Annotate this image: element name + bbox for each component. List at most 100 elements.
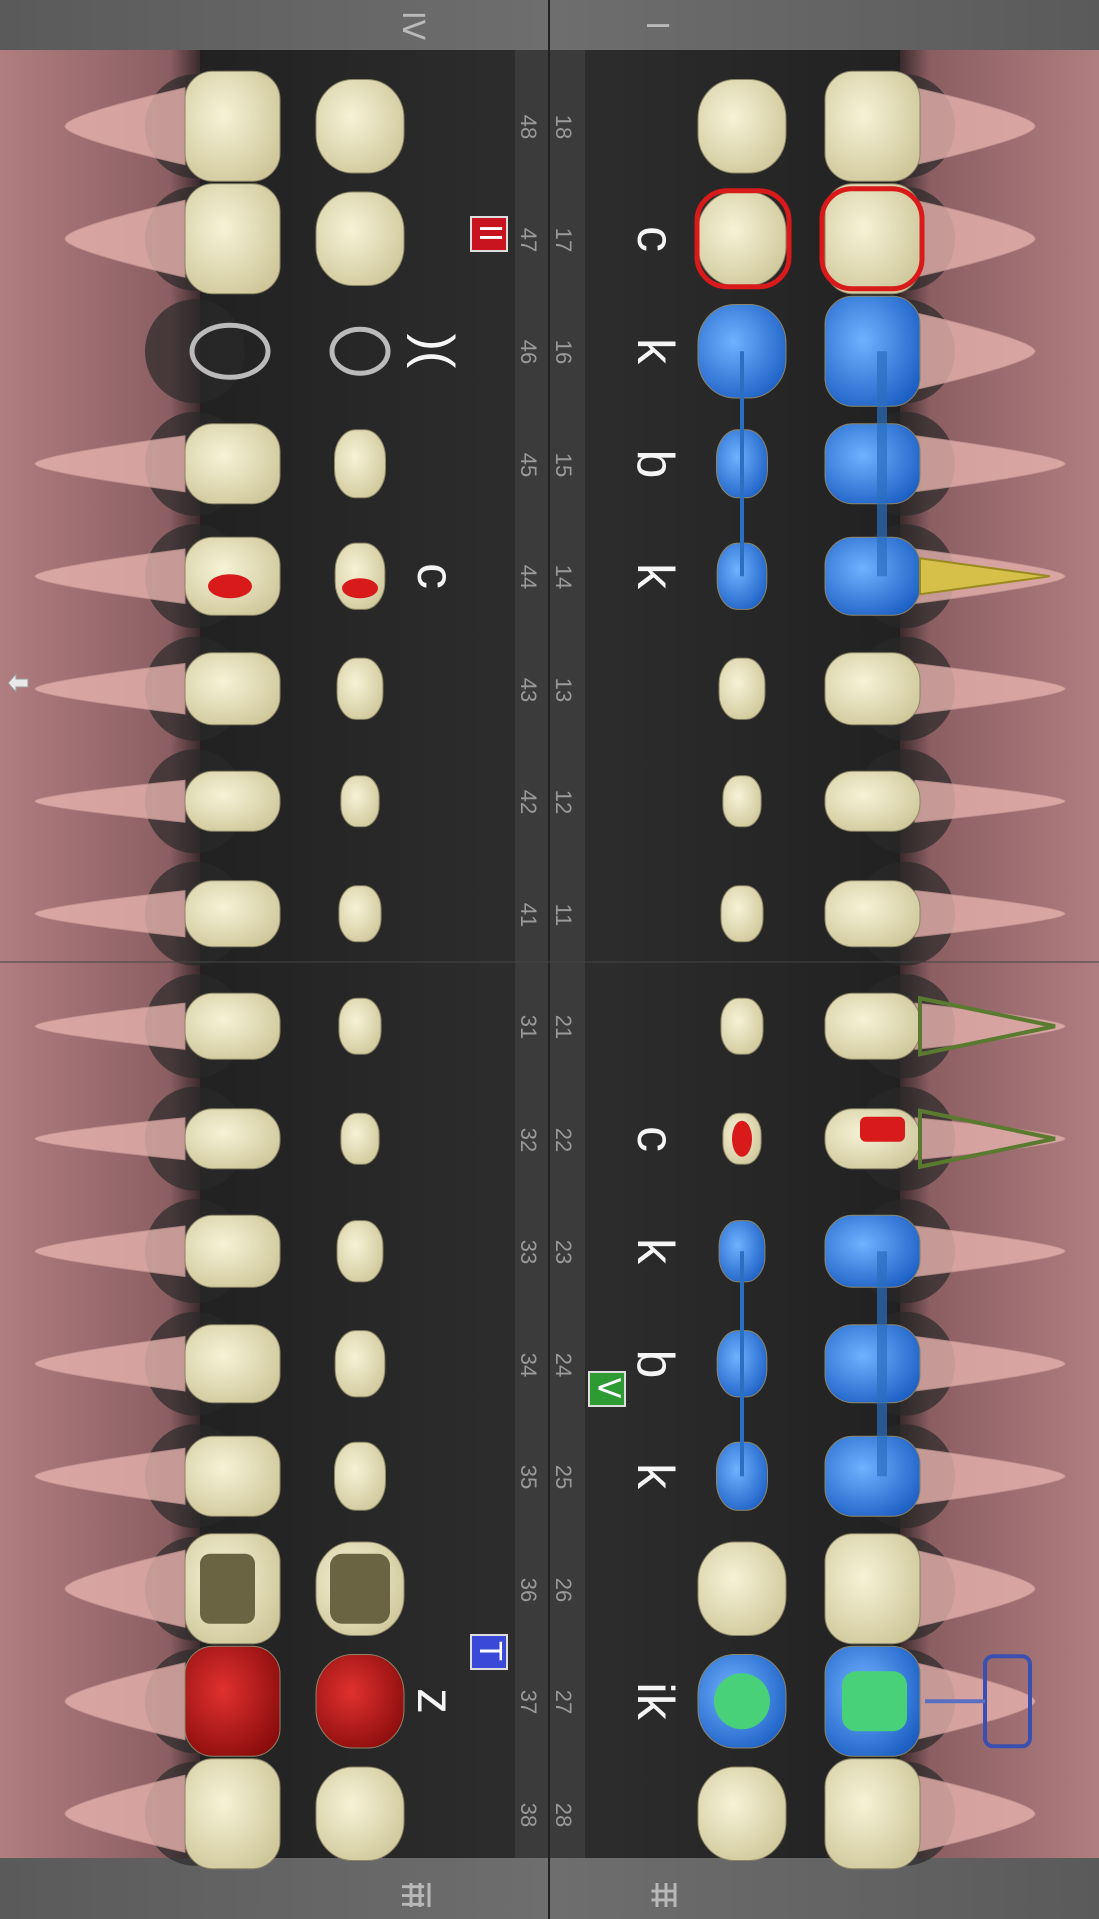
tooth-crown [184,1645,281,1757]
tooth-number[interactable]: 22 [550,1120,576,1160]
tooth-status-code: b [626,1349,684,1379]
tooth-crown [184,183,281,295]
tooth-crown [824,183,921,295]
badge-tooth-47[interactable]: II [470,216,508,252]
tooth-number[interactable]: 26 [550,1570,576,1610]
tooth-number[interactable]: 36 [515,1570,541,1610]
tooth-number[interactable]: 21 [550,1007,576,1047]
tooth-occlusal [334,1330,386,1398]
tooth-number[interactable]: 16 [550,332,576,372]
tooth-occlusal [340,1112,380,1165]
tooth-crown [824,880,921,948]
tooth-occlusal [315,1654,405,1749]
tooth-occlusal [697,79,787,174]
tooth-crown [184,1108,281,1170]
caries [732,1120,752,1157]
tooth-crown [184,770,281,832]
tooth-occlusal [334,429,386,499]
filling [714,1673,770,1730]
tooth-status-code: c [626,225,684,252]
tooth-occlusal [336,657,384,720]
tooth-status-code: c [626,1125,684,1152]
tooth-crown [184,992,281,1060]
cavity [330,1553,390,1624]
caries [860,1116,905,1142]
tooth-crown [184,880,281,948]
hamburger-menu-icon-lower[interactable] [406,1880,434,1910]
badge-tooth-24[interactable]: V [588,1371,626,1407]
tooth-number[interactable]: 34 [515,1345,541,1385]
tooth-number[interactable]: 45 [515,445,541,485]
tooth-occlusal [315,1766,405,1861]
tooth-occlusal [338,885,382,943]
tooth-number[interactable]: 24 [550,1345,576,1385]
tooth-occlusal [340,775,380,828]
tooth-occlusal [697,191,787,286]
tooth-number[interactable]: 27 [550,1682,576,1722]
cavity [200,1553,255,1624]
tooth-number[interactable]: 44 [515,557,541,597]
tooth-status-code: )( [406,333,464,369]
tooth-number[interactable]: 14 [550,557,576,597]
tooth-status-code: k [626,338,684,365]
tooth-crown [824,295,921,407]
tooth-number[interactable]: 28 [550,1795,576,1835]
tooth-status-code: k [626,1238,684,1265]
tooth-number[interactable]: 12 [550,782,576,822]
tooth-number[interactable]: 48 [515,107,541,147]
tooth-number[interactable]: 32 [515,1120,541,1160]
tooth-occlusal [720,885,764,943]
tooth-occlusal [697,1766,787,1861]
tooth-crown [824,536,921,616]
tooth-number[interactable]: 17 [550,220,576,260]
tooth-crown [824,770,921,832]
tooth-status-code: ik [626,1682,684,1721]
tooth-crown [824,423,921,505]
tooth-number[interactable]: 18 [550,107,576,147]
dental-chart: I IV II III 1848174716461545144413431242… [0,0,1099,1919]
tooth-number[interactable]: 11 [550,895,576,935]
tooth-status-code: z [406,1688,464,1715]
badge-tooth-37[interactable]: T [470,1634,508,1670]
tooth-number[interactable]: 31 [515,1007,541,1047]
tooth-occlusal [334,1441,386,1511]
tooth-status-code: k [626,1463,684,1490]
tooth-crown [824,1758,921,1870]
tooth-crown [184,1758,281,1870]
tooth-crown [184,423,281,505]
tooth-occlusal [720,997,764,1055]
caries [208,574,252,599]
tooth-status-code: c [406,563,464,590]
tooth-crown [824,652,921,726]
tooth-crown [824,1324,921,1404]
tooth-crown [824,70,921,182]
tooth-number[interactable]: 43 [515,670,541,710]
tooth-status-code: b [626,449,684,479]
tooth-occlusal [315,79,405,174]
tooth-crown [824,992,921,1060]
tooth-number[interactable]: 46 [515,332,541,372]
tooth-number[interactable]: 33 [515,1232,541,1272]
tooth-number[interactable]: 47 [515,220,541,260]
tooth-number[interactable]: 41 [515,895,541,935]
tooth-number[interactable]: 13 [550,670,576,710]
hamburger-menu-icon[interactable] [652,1880,680,1910]
tooth-crown [824,1214,921,1288]
tooth-occlusal [718,657,766,720]
tooth-occlusal [336,1220,384,1283]
tooth-number[interactable]: 15 [550,445,576,485]
tooth-number[interactable]: 35 [515,1457,541,1497]
tooth-number[interactable]: 25 [550,1457,576,1497]
tooth-crown [184,1324,281,1404]
tooth-status-code: k [626,563,684,590]
caries [342,578,378,599]
tooth-occlusal [722,775,762,828]
tooth-occlusal [315,191,405,286]
arrow-left-icon[interactable] [6,670,30,696]
tooth-number[interactable]: 42 [515,782,541,822]
tooth-number[interactable]: 23 [550,1232,576,1272]
filling [842,1671,907,1732]
tooth-number[interactable]: 38 [515,1795,541,1835]
tooth-occlusal [697,1541,787,1636]
tooth-number[interactable]: 37 [515,1682,541,1722]
